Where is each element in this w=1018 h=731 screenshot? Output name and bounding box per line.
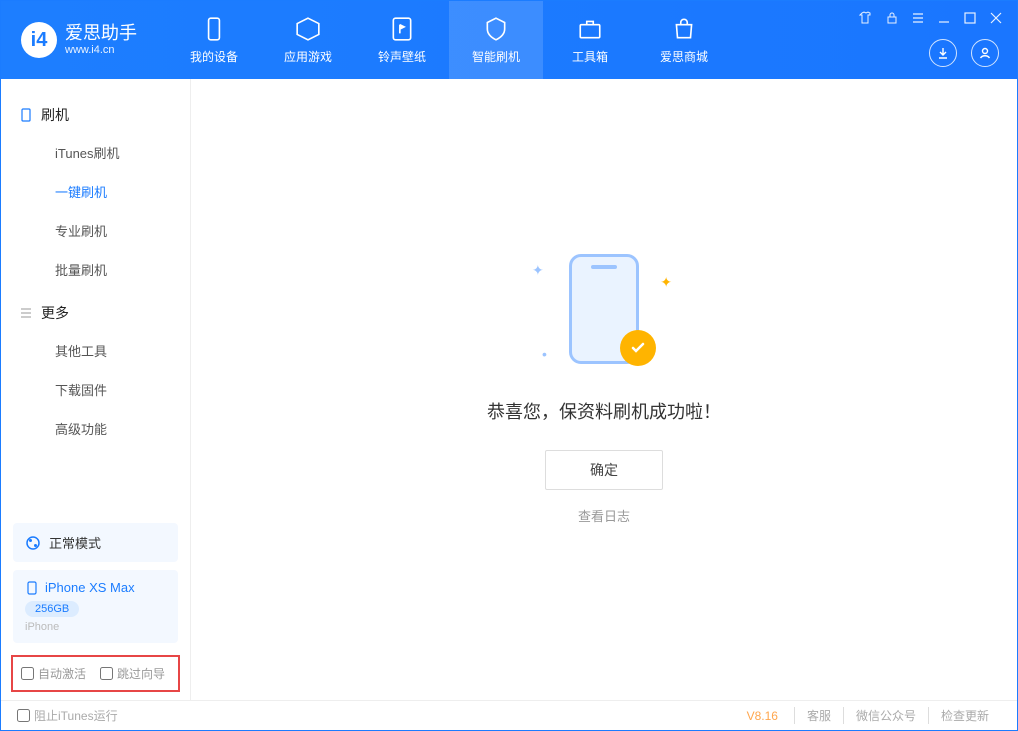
nav-ringtones-wallpapers[interactable]: 铃声壁纸 [355, 1, 449, 79]
version-label: V8.16 [747, 709, 778, 723]
nav-apps-games[interactable]: 应用游戏 [261, 1, 355, 79]
phone-icon [19, 108, 33, 122]
sidebar-item-oneclick-flash[interactable]: 一键刷机 [19, 172, 172, 211]
list-icon [19, 306, 33, 320]
app-logo: i4 爱思助手 www.i4.cn [1, 22, 157, 58]
user-icon[interactable] [971, 39, 999, 67]
device-icon [25, 581, 39, 595]
sidebar-item-pro-flash[interactable]: 专业刷机 [19, 211, 172, 250]
sidebar-options-box: 自动激活 跳过向导 [11, 655, 180, 692]
checkbox-block-itunes[interactable]: 阻止iTunes运行 [17, 707, 118, 724]
nav-tabs: 我的设备 应用游戏 铃声壁纸 智能刷机 工具箱 爱思商城 [167, 1, 731, 79]
checkbox-skip-guide[interactable]: 跳过向导 [100, 665, 165, 682]
nav-smart-flash[interactable]: 智能刷机 [449, 1, 543, 79]
menu-icon[interactable] [911, 11, 925, 25]
success-illustration: ✦ ✦ • [524, 254, 684, 374]
sidebar-item-download-firmware[interactable]: 下载固件 [19, 370, 172, 409]
ok-button[interactable]: 确定 [545, 450, 663, 490]
lock-icon[interactable] [885, 11, 899, 25]
storage-badge: 256GB [25, 601, 79, 617]
tshirt-icon[interactable] [859, 11, 873, 25]
header: i4 爱思助手 www.i4.cn 我的设备 应用游戏 铃声壁纸 智能刷机 工具… [1, 1, 1017, 79]
footer-link-update[interactable]: 检查更新 [928, 707, 1001, 724]
status-icon [25, 535, 41, 551]
nav-toolbox[interactable]: 工具箱 [543, 1, 637, 79]
window-controls [859, 11, 1003, 25]
view-log-link[interactable]: 查看日志 [578, 506, 630, 525]
sidebar: 刷机 iTunes刷机 一键刷机 专业刷机 批量刷机 更多 其他工具 下载固件 … [1, 79, 191, 700]
sidebar-item-itunes-flash[interactable]: iTunes刷机 [19, 133, 172, 172]
close-icon[interactable] [989, 11, 1003, 25]
checkbox-auto-activate[interactable]: 自动激活 [21, 665, 86, 682]
nav-store[interactable]: 爱思商城 [637, 1, 731, 79]
sidebar-group-flash: 刷机 [19, 97, 172, 133]
download-icon[interactable] [929, 39, 957, 67]
sidebar-item-advanced[interactable]: 高级功能 [19, 409, 172, 448]
sidebar-item-other-tools[interactable]: 其他工具 [19, 331, 172, 370]
sidebar-item-batch-flash[interactable]: 批量刷机 [19, 250, 172, 289]
device-type: iPhone [25, 621, 166, 633]
app-domain: www.i4.cn [65, 44, 137, 56]
nav-my-device[interactable]: 我的设备 [167, 1, 261, 79]
footer: 阻止iTunes运行 V8.16 客服 微信公众号 检查更新 [1, 700, 1017, 730]
sidebar-device-card[interactable]: iPhone XS Max 256GB iPhone [13, 570, 178, 643]
sidebar-group-more: 更多 [19, 295, 172, 331]
footer-link-support[interactable]: 客服 [794, 707, 843, 724]
header-action-circles [929, 39, 999, 67]
sidebar-mode-status[interactable]: 正常模式 [13, 523, 178, 562]
sparkle-icon: ✦ [532, 262, 544, 279]
app-name: 爱思助手 [65, 24, 137, 44]
sparkle-icon: ✦ [660, 274, 672, 291]
maximize-icon[interactable] [963, 11, 977, 25]
sparkle-icon: • [542, 346, 547, 362]
footer-link-wechat[interactable]: 微信公众号 [843, 707, 928, 724]
main-content: ✦ ✦ • 恭喜您，保资料刷机成功啦！ 确定 查看日志 [191, 79, 1017, 700]
logo-icon: i4 [21, 22, 57, 58]
check-badge-icon [620, 330, 656, 366]
success-message: 恭喜您，保资料刷机成功啦！ [487, 398, 721, 424]
minimize-icon[interactable] [937, 11, 951, 25]
